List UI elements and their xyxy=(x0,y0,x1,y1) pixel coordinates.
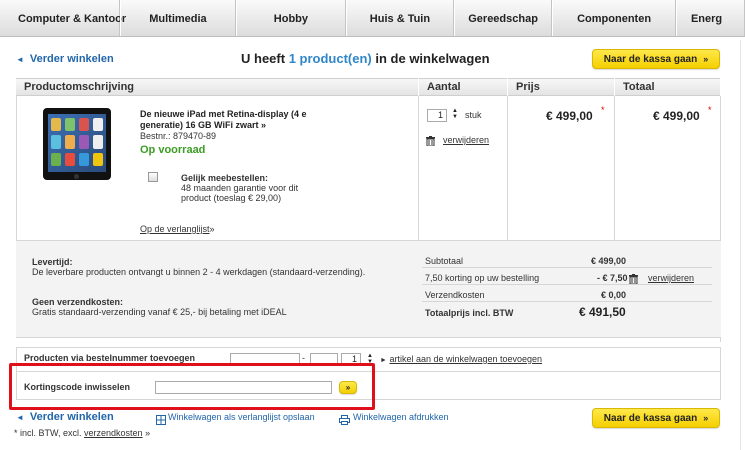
highlight-box xyxy=(9,363,375,410)
col-header-qty-label: Aantal xyxy=(427,81,461,93)
heading-count[interactable]: 1 product(en) xyxy=(289,51,372,66)
product-title[interactable]: De nieuwe iPad met Retina-display (4 e g… xyxy=(140,109,330,131)
order-by-number-label: Producten via bestelnummer toevoegen xyxy=(24,353,196,363)
col-header-description-label: Productomschrijving xyxy=(24,81,135,93)
stock-status: Op voorraad xyxy=(140,144,206,156)
arrow-left-icon-bottom: ◄ xyxy=(16,412,24,422)
trash-icon-discount[interactable] xyxy=(629,271,638,285)
add-article-link[interactable]: ► artikel aan de winkelwagen toevoegen xyxy=(380,354,542,364)
product-sku: Bestnr.: 879470-89 xyxy=(140,131,217,141)
product-image[interactable] xyxy=(43,108,111,180)
checkout-button-top[interactable]: Naar de kassa gaan » xyxy=(592,49,720,69)
checkout-label-bottom: Naar de kassa gaan xyxy=(603,412,698,424)
continue-shopping-link-bottom[interactable]: ◄ Verder winkelen xyxy=(16,411,114,423)
warranty-checkbox[interactable] xyxy=(148,172,158,182)
col-header-qty: Aantal xyxy=(419,78,507,96)
shipping-cost-label: Verzendkosten xyxy=(425,290,485,300)
discount-value: - € 7,50 xyxy=(597,273,628,283)
product-title-arrow: » xyxy=(260,120,266,130)
checkout-button-bottom[interactable]: Naar de kassa gaan » xyxy=(592,408,720,428)
subtotal-value: € 499,00 xyxy=(591,256,627,266)
arrow-right-icon-bottom: » xyxy=(703,413,709,423)
cart-page: Computer & Kantoor Multimedia Hobby Huis… xyxy=(0,0,745,450)
delivery-title: Levertijd: xyxy=(32,257,73,267)
print-cart-link[interactable]: Winkelwagen afdrukken xyxy=(353,412,449,422)
tax-note-arrow: » xyxy=(145,428,151,438)
shipping-costs-link[interactable]: verzendkosten xyxy=(84,428,143,438)
col-header-total-label: Totaal xyxy=(623,81,655,93)
add-article-label: artikel aan de winkelwagen toevoegen xyxy=(389,354,543,364)
qty-unit: stuk xyxy=(465,110,482,120)
nav-item-gereedschap[interactable]: Gereedschap xyxy=(453,0,553,36)
nav-item-componenten[interactable]: Componenten xyxy=(552,0,676,36)
col-header-price: Prijs xyxy=(508,78,614,96)
nav-item-computer[interactable]: Computer & Kantoor xyxy=(0,0,126,36)
total-star: * xyxy=(708,105,712,115)
category-nav: Computer & Kantoor Multimedia Hobby Huis… xyxy=(0,0,745,37)
delivery-text: De leverbare producten ontvangt u binnen… xyxy=(32,267,366,277)
qty-stepper-icon[interactable]: ▲ ▼ xyxy=(452,108,458,120)
total-label: Totaalprijs incl. BTW xyxy=(425,308,514,318)
col-header-price-label: Prijs xyxy=(516,81,540,93)
shipping-title: Geen verzendkosten: xyxy=(32,297,124,307)
continue-shopping-label-bottom: Verder winkelen xyxy=(29,411,114,423)
page-title: U heeft 1 product(en) in de winkelwagen xyxy=(241,51,490,66)
wishlist-link[interactable]: Op de verlanglijst» xyxy=(140,224,215,234)
arrow-right-icon: » xyxy=(703,54,709,64)
line-total: € 499,00 xyxy=(653,109,700,123)
arrow-left-icon: ◄ xyxy=(16,54,24,64)
shipping-text: Gratis standaard-verzending vanaf € 25,-… xyxy=(32,307,287,317)
grid-icon xyxy=(156,412,166,425)
save-as-wishlist-link[interactable]: Winkelwagen als verlanglijst opslaan xyxy=(168,412,315,422)
nav-item-multimedia[interactable]: Multimedia xyxy=(120,0,236,36)
remove-product-link[interactable]: verwijderen xyxy=(443,135,489,145)
also-order-desc: 48 maanden garantie voor dit product (to… xyxy=(181,183,299,203)
discount-label: 7,50 korting op uw bestelling xyxy=(425,273,540,283)
price-star: * xyxy=(601,105,605,115)
wishlist-label: Op de verlanglijst xyxy=(140,224,210,234)
col-header-description: Productomschrijving xyxy=(16,78,418,96)
shipping-cost-value: € 0,00 xyxy=(601,290,627,300)
remove-discount-link[interactable]: verwijderen xyxy=(648,273,694,283)
printer-icon xyxy=(339,412,350,425)
tax-note-pre: * incl. BTW, excl. xyxy=(14,428,82,438)
also-order-title: Gelijk meebestellen: xyxy=(181,173,269,183)
col-header-total: Totaal xyxy=(615,78,720,96)
order-number-dash: - xyxy=(302,353,305,363)
heading-pre: U heeft xyxy=(241,51,286,66)
total-value: € 491,50 xyxy=(579,305,626,319)
continue-shopping-link[interactable]: ◄ Verder winkelen xyxy=(16,53,114,65)
tax-note: * incl. BTW, excl. verzendkosten » xyxy=(14,428,150,438)
checkout-label: Naar de kassa gaan xyxy=(603,53,698,65)
heading-post: in de winkelwagen xyxy=(375,51,490,66)
qty-input[interactable]: 1 xyxy=(427,109,447,122)
trash-icon[interactable] xyxy=(426,133,435,147)
subtotal-label: Subtotaal xyxy=(425,256,464,266)
unit-price: € 499,00 xyxy=(546,109,593,123)
nav-item-huis-tuin[interactable]: Huis & Tuin xyxy=(345,0,454,36)
nav-item-hobby[interactable]: Hobby xyxy=(235,0,346,36)
nav-item-energ[interactable]: Energ xyxy=(675,0,745,36)
continue-shopping-label: Verder winkelen xyxy=(29,53,114,65)
product-title-text: De nieuwe iPad met Retina-display (4 e g… xyxy=(140,109,307,130)
